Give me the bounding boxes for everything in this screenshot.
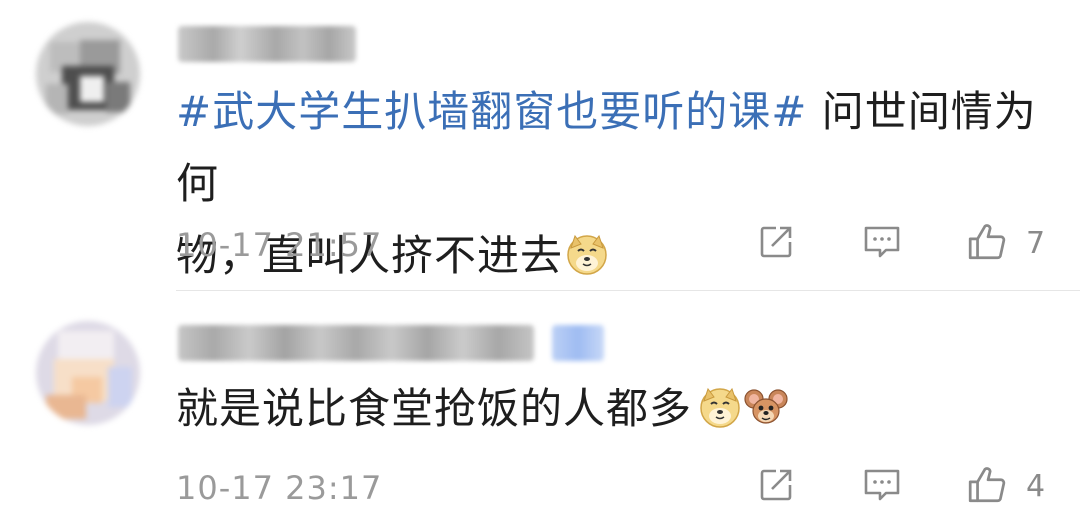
jerry-emoji <box>744 389 788 424</box>
comment-text: 就是说比食堂抢饭的人都多 <box>176 373 1056 445</box>
like-icon[interactable] <box>966 463 1008 505</box>
timestamp: 10-17 23:17 <box>176 469 383 507</box>
repost-icon[interactable] <box>756 465 796 505</box>
like-count: 7 <box>1026 226 1046 261</box>
username[interactable] <box>178 26 356 62</box>
repost-icon[interactable] <box>756 222 796 262</box>
hashtag-link[interactable]: #武大学生扒墙翻窗也要听的课# <box>176 87 807 136</box>
user-avatar[interactable] <box>36 22 140 126</box>
comment-icon[interactable] <box>862 222 902 262</box>
user-badge <box>552 325 604 361</box>
doge-emoji <box>700 387 740 428</box>
comment-1: #武大学生扒墙翻窗也要听的课# 问世间情为何 物，直叫人挤不进去 10-17 2… <box>0 0 1080 290</box>
comment-text-line1: 就是说比食堂抢饭的人都多 <box>176 384 693 433</box>
comment-2: 就是说比食堂抢饭的人都多 10-17 23:17 4 <box>0 291 1080 518</box>
username[interactable] <box>178 325 534 361</box>
like-count: 4 <box>1026 469 1046 504</box>
comment-icon[interactable] <box>862 465 902 505</box>
user-avatar[interactable] <box>36 321 140 425</box>
timestamp: 10-17 21:57 <box>176 226 383 264</box>
like-icon[interactable] <box>966 220 1008 262</box>
doge-emoji <box>567 234 607 275</box>
